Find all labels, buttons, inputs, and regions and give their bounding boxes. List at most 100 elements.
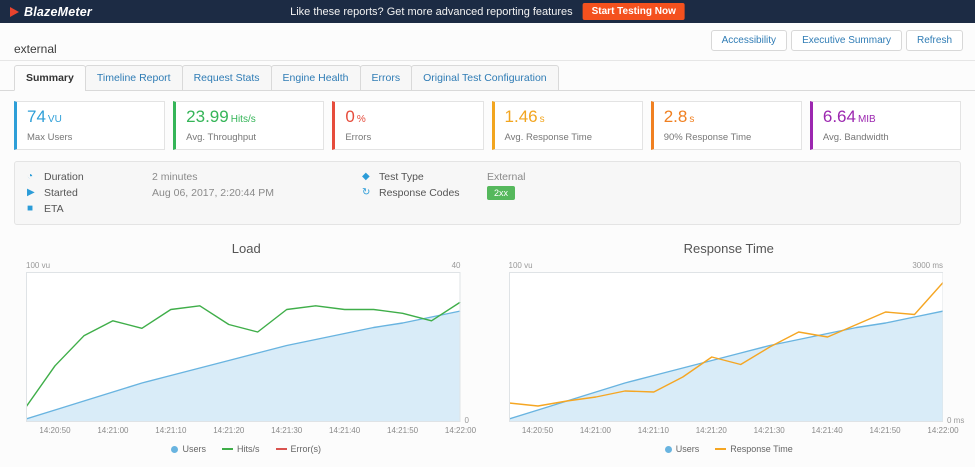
response-time-plot-area: 100 vu 3000 ms 0 ms <box>509 272 944 422</box>
x-tick-label: 14:21:50 <box>387 426 418 435</box>
summary-right-column: ◆ Test Type External ↻ Response Codes 2x… <box>362 169 948 217</box>
start-testing-button[interactable]: Start Testing Now <box>583 3 685 20</box>
legend-dot-icon <box>665 446 672 453</box>
tab-request-stats[interactable]: Request Stats <box>182 65 272 91</box>
response-time-plot-svg <box>509 272 944 422</box>
response-time-chart: Response Time 100 vu 3000 ms 0 ms 14:20:… <box>497 233 962 454</box>
info-label: Started <box>44 185 152 201</box>
legend-line-icon <box>222 448 233 450</box>
x-tick-label: 14:21:10 <box>155 426 186 435</box>
x-axis-ticks: 14:20:5014:21:0014:21:1014:21:2014:21:30… <box>26 424 461 437</box>
legend-item[interactable]: Users <box>171 444 206 454</box>
x-tick-label: 14:21:40 <box>812 426 843 435</box>
kpi-value-line: 2.8s <box>664 107 791 130</box>
kpi-unit: s <box>689 114 694 125</box>
legend-item[interactable]: Hits/s <box>222 444 260 454</box>
kpi-unit: % <box>357 114 366 125</box>
topbar-promo-group: Like these reports? Get more advanced re… <box>290 3 685 20</box>
kpi-value: 74 <box>27 107 46 126</box>
info-label: Test Type <box>379 169 487 185</box>
kpi-label: Errors <box>345 132 472 143</box>
brand[interactable]: BlazeMeter <box>10 5 92 19</box>
kpi-max-users: 74VU Max Users <box>14 101 165 150</box>
info-row-test-type: ◆ Test Type External <box>362 169 948 185</box>
kpi-value: 0 <box>345 107 354 126</box>
legend-label: Users <box>182 444 206 454</box>
x-tick-label: 14:21:30 <box>271 426 302 435</box>
x-tick-label: 14:21:50 <box>869 426 900 435</box>
kpi-value-line: 6.64MIB <box>823 107 950 130</box>
info-row-started: ▶ Started Aug 06, 2017, 2:20:44 PM <box>27 185 362 201</box>
stop-icon: ■ <box>27 201 44 217</box>
y-axis-left-label: 100 vu <box>26 261 50 270</box>
tab-errors[interactable]: Errors <box>360 65 413 91</box>
info-row-response-codes: ↻ Response Codes 2xx <box>362 185 948 201</box>
legend-label: Hits/s <box>237 444 260 454</box>
kpi-unit: MIB <box>858 114 876 125</box>
refresh-circle-icon: ↻ <box>362 185 379 201</box>
kpi-90pct-response-time: 2.8s 90% Response Time <box>651 101 802 150</box>
tab-engine-health[interactable]: Engine Health <box>271 65 361 91</box>
x-tick-label: 14:21:40 <box>329 426 360 435</box>
kpi-avg-throughput: 23.99Hits/s Avg. Throughput <box>173 101 324 150</box>
blazemeter-logo-icon <box>10 7 19 17</box>
legend-label: Response Time <box>730 444 793 454</box>
kpi-label: Max Users <box>27 132 154 143</box>
legend-label: Error(s) <box>291 444 322 454</box>
tag-icon: ◆ <box>362 169 379 185</box>
chart-title: Response Time <box>497 241 962 256</box>
kpi-value-line: 0% <box>345 107 472 130</box>
load-chart: Load 100 vu 40 0 14:20:5014:21:0014:21:1… <box>14 233 479 454</box>
kpi-avg-response-time: 1.46s Avg. Response Time <box>492 101 643 150</box>
info-value: Aug 06, 2017, 2:20:44 PM <box>152 185 274 201</box>
play-icon: ▶ <box>27 185 44 201</box>
tab-summary[interactable]: Summary <box>14 65 86 91</box>
legend-dot-icon <box>171 446 178 453</box>
y-axis-right-max-label: 3000 ms <box>912 261 943 270</box>
kpi-value-line: 1.46s <box>505 107 632 130</box>
legend-item[interactable]: Response Time <box>715 444 793 454</box>
y-axis-left-label: 100 vu <box>509 261 533 270</box>
legend-line-icon <box>276 448 287 450</box>
kpi-value: 6.64 <box>823 107 856 126</box>
test-summary-panel: ◔ Duration 2 minutes ▶ Started Aug 06, 2… <box>14 161 961 225</box>
load-chart-legend: Users Hits/s Error(s) <box>14 444 479 454</box>
info-value: External <box>487 169 526 185</box>
summary-left-column: ◔ Duration 2 minutes ▶ Started Aug 06, 2… <box>27 169 362 217</box>
load-plot-svg <box>26 272 461 422</box>
info-label: Duration <box>44 169 152 185</box>
x-tick-label: 14:21:00 <box>97 426 128 435</box>
legend-item[interactable]: Error(s) <box>276 444 322 454</box>
promo-text: Like these reports? Get more advanced re… <box>290 6 573 18</box>
x-tick-label: 14:21:20 <box>213 426 244 435</box>
legend-line-icon <box>715 448 726 450</box>
tab-timeline-report[interactable]: Timeline Report <box>85 65 183 91</box>
refresh-button[interactable]: Refresh <box>906 30 963 51</box>
kpi-value-line: 23.99Hits/s <box>186 107 313 130</box>
y-axis-right-max-label: 40 <box>452 261 461 270</box>
response-code-badge: 2xx <box>487 186 515 200</box>
kpi-unit: Hits/s <box>231 114 256 125</box>
load-plot-area: 100 vu 40 0 <box>26 272 461 422</box>
y-axis-right-min-label: 0 ms <box>947 416 964 425</box>
charts-row: Load 100 vu 40 0 14:20:5014:21:0014:21:1… <box>0 231 975 454</box>
kpi-unit: VU <box>48 114 62 125</box>
executive-summary-button[interactable]: Executive Summary <box>791 30 902 51</box>
chart-title: Load <box>14 241 479 256</box>
report-header: external Accessibility Executive Summary… <box>0 23 975 61</box>
tab-original-test-configuration[interactable]: Original Test Configuration <box>411 65 559 91</box>
legend-label: Users <box>676 444 700 454</box>
info-label: Response Codes <box>379 185 487 201</box>
brand-name: BlazeMeter <box>24 5 92 19</box>
report-tabs: Summary Timeline Report Request Stats En… <box>0 61 975 91</box>
header-actions: Accessibility Executive Summary Refresh <box>711 30 963 51</box>
kpi-label: Avg. Throughput <box>186 132 313 143</box>
info-label: ETA <box>44 201 152 217</box>
kpi-label: 90% Response Time <box>664 132 791 143</box>
legend-item[interactable]: Users <box>665 444 700 454</box>
x-tick-label: 14:21:20 <box>696 426 727 435</box>
kpi-row: 74VU Max Users 23.99Hits/s Avg. Throughp… <box>0 91 975 154</box>
accessibility-button[interactable]: Accessibility <box>711 30 787 51</box>
kpi-label: Avg. Response Time <box>505 132 632 143</box>
page-title: external <box>14 42 57 56</box>
